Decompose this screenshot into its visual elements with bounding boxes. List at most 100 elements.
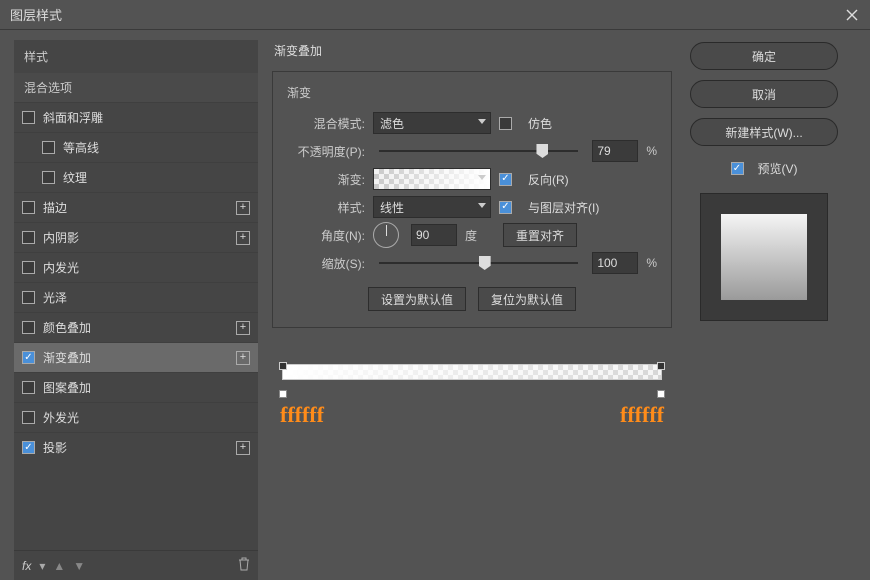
style-checkbox[interactable] (22, 381, 35, 394)
dither-label: 仿色 (528, 115, 552, 132)
style-row-9[interactable]: 图案叠加 (14, 372, 258, 402)
style-label: 等高线 (63, 139, 250, 156)
trash-icon[interactable] (238, 557, 250, 574)
add-instance-icon[interactable]: + (236, 351, 250, 365)
add-instance-icon[interactable]: + (236, 321, 250, 335)
angle-input[interactable]: 90 (411, 224, 457, 246)
section-title: 渐变叠加 (272, 40, 672, 63)
chevron-down-icon (478, 203, 486, 208)
action-panel: 确定 取消 新建样式(W)... 预览(V) (686, 40, 842, 550)
reverse-checkbox[interactable] (499, 173, 512, 186)
style-checkbox[interactable] (22, 111, 35, 124)
align-label: 与图层对齐(I) (528, 199, 599, 216)
style-row-5[interactable]: 内发光 (14, 252, 258, 282)
slider-thumb[interactable] (536, 144, 548, 158)
preview-swatch (700, 193, 828, 321)
align-checkbox[interactable] (499, 201, 512, 214)
titlebar: 图层样式 (0, 0, 870, 30)
style-row-4[interactable]: 内阴影+ (14, 222, 258, 252)
arrow-up-icon[interactable]: ▲ (53, 559, 65, 573)
style-list: 斜面和浮雕等高线纹理描边+内阴影+内发光光泽颜色叠加+渐变叠加+图案叠加外发光投… (14, 102, 258, 550)
window-title: 图层样式 (10, 5, 844, 24)
scale-input[interactable]: 100 (592, 252, 638, 274)
styles-panel: 样式 混合选项 斜面和浮雕等高线纹理描边+内阴影+内发光光泽颜色叠加+渐变叠加+… (14, 40, 258, 550)
add-instance-icon[interactable]: + (236, 201, 250, 215)
gradient-picker[interactable] (373, 168, 491, 190)
new-style-button[interactable]: 新建样式(W)... (690, 118, 838, 146)
style-row-11[interactable]: 投影+ (14, 432, 258, 462)
add-instance-icon[interactable]: + (236, 441, 250, 455)
angle-dial[interactable] (373, 222, 399, 248)
ok-button[interactable]: 确定 (690, 42, 838, 70)
style-checkbox[interactable] (22, 411, 35, 424)
style-row-6[interactable]: 光泽 (14, 282, 258, 312)
reverse-label: 反向(R) (528, 171, 569, 188)
blend-mode-select[interactable]: 滤色 (373, 112, 491, 134)
styles-header: 样式 (14, 40, 258, 73)
opacity-unit: % (646, 144, 657, 158)
style-label: 描边 (43, 199, 236, 216)
style-label: 外发光 (43, 409, 250, 426)
fieldset-title: 渐变 (287, 84, 657, 101)
opacity-input[interactable]: 79 (592, 140, 638, 162)
style-row-7[interactable]: 颜色叠加+ (14, 312, 258, 342)
style-checkbox[interactable] (22, 291, 35, 304)
style-row-10[interactable]: 外发光 (14, 402, 258, 432)
opacity-stop-left[interactable] (279, 362, 287, 370)
preview-checkbox[interactable] (731, 162, 744, 175)
style-label: 渐变叠加 (43, 349, 236, 366)
reset-align-button[interactable]: 重置对齐 (503, 223, 577, 247)
angle-label: 角度(N): (287, 227, 365, 244)
scale-unit: % (646, 256, 657, 270)
slider-thumb[interactable] (479, 256, 491, 270)
preview-label: 预览(V) (758, 160, 798, 177)
reset-default-button[interactable]: 复位为默认值 (478, 287, 576, 311)
dither-checkbox[interactable] (499, 117, 512, 130)
style-label: 斜面和浮雕 (43, 109, 250, 126)
style-label: 样式: (287, 199, 365, 216)
style-checkbox[interactable] (22, 351, 35, 364)
close-icon[interactable] (844, 7, 860, 23)
style-select[interactable]: 线性 (373, 196, 491, 218)
style-label: 颜色叠加 (43, 319, 236, 336)
opacity-stop-right[interactable] (657, 362, 665, 370)
style-checkbox[interactable] (22, 231, 35, 244)
style-checkbox[interactable] (42, 171, 55, 184)
style-label: 投影 (43, 439, 236, 456)
style-label: 图案叠加 (43, 379, 250, 396)
angle-unit: 度 (465, 227, 477, 244)
scale-slider[interactable] (379, 262, 578, 264)
settings-panel: 渐变叠加 渐变 混合模式: 滤色 仿色 不透明度(P): 79 % 渐变: 反向… (272, 40, 672, 550)
style-row-2[interactable]: 纹理 (14, 162, 258, 192)
chevron-down-icon (478, 119, 486, 124)
arrow-down-icon[interactable]: ▼ (73, 559, 85, 573)
add-instance-icon[interactable]: + (236, 231, 250, 245)
gradient-editor: ffffff ffffff (272, 356, 672, 428)
fx-caret-icon[interactable]: ▾ (39, 559, 45, 573)
preview-inner (721, 214, 807, 300)
style-row-0[interactable]: 斜面和浮雕 (14, 102, 258, 132)
style-checkbox[interactable] (42, 141, 55, 154)
hex-label-right: ffffff (620, 402, 664, 428)
style-label: 纹理 (63, 169, 250, 186)
color-stop-right[interactable] (657, 390, 665, 398)
style-checkbox[interactable] (22, 321, 35, 334)
cancel-button[interactable]: 取消 (690, 80, 838, 108)
style-row-3[interactable]: 描边+ (14, 192, 258, 222)
style-row-8[interactable]: 渐变叠加+ (14, 342, 258, 372)
style-checkbox[interactable] (22, 261, 35, 274)
blend-options-header[interactable]: 混合选项 (14, 73, 258, 102)
style-row-1[interactable]: 等高线 (14, 132, 258, 162)
gradient-bar[interactable] (282, 364, 662, 380)
scale-label: 缩放(S): (287, 255, 365, 272)
style-label: 光泽 (43, 289, 250, 306)
opacity-label: 不透明度(P): (287, 143, 365, 160)
gradient-label: 渐变: (287, 171, 365, 188)
opacity-slider[interactable] (379, 150, 578, 152)
color-stop-left[interactable] (279, 390, 287, 398)
set-default-button[interactable]: 设置为默认值 (368, 287, 466, 311)
style-checkbox[interactable] (22, 441, 35, 454)
style-checkbox[interactable] (22, 201, 35, 214)
gradient-fieldset: 渐变 混合模式: 滤色 仿色 不透明度(P): 79 % 渐变: 反向(R) (272, 71, 672, 328)
fx-label[interactable]: fx (22, 559, 31, 573)
